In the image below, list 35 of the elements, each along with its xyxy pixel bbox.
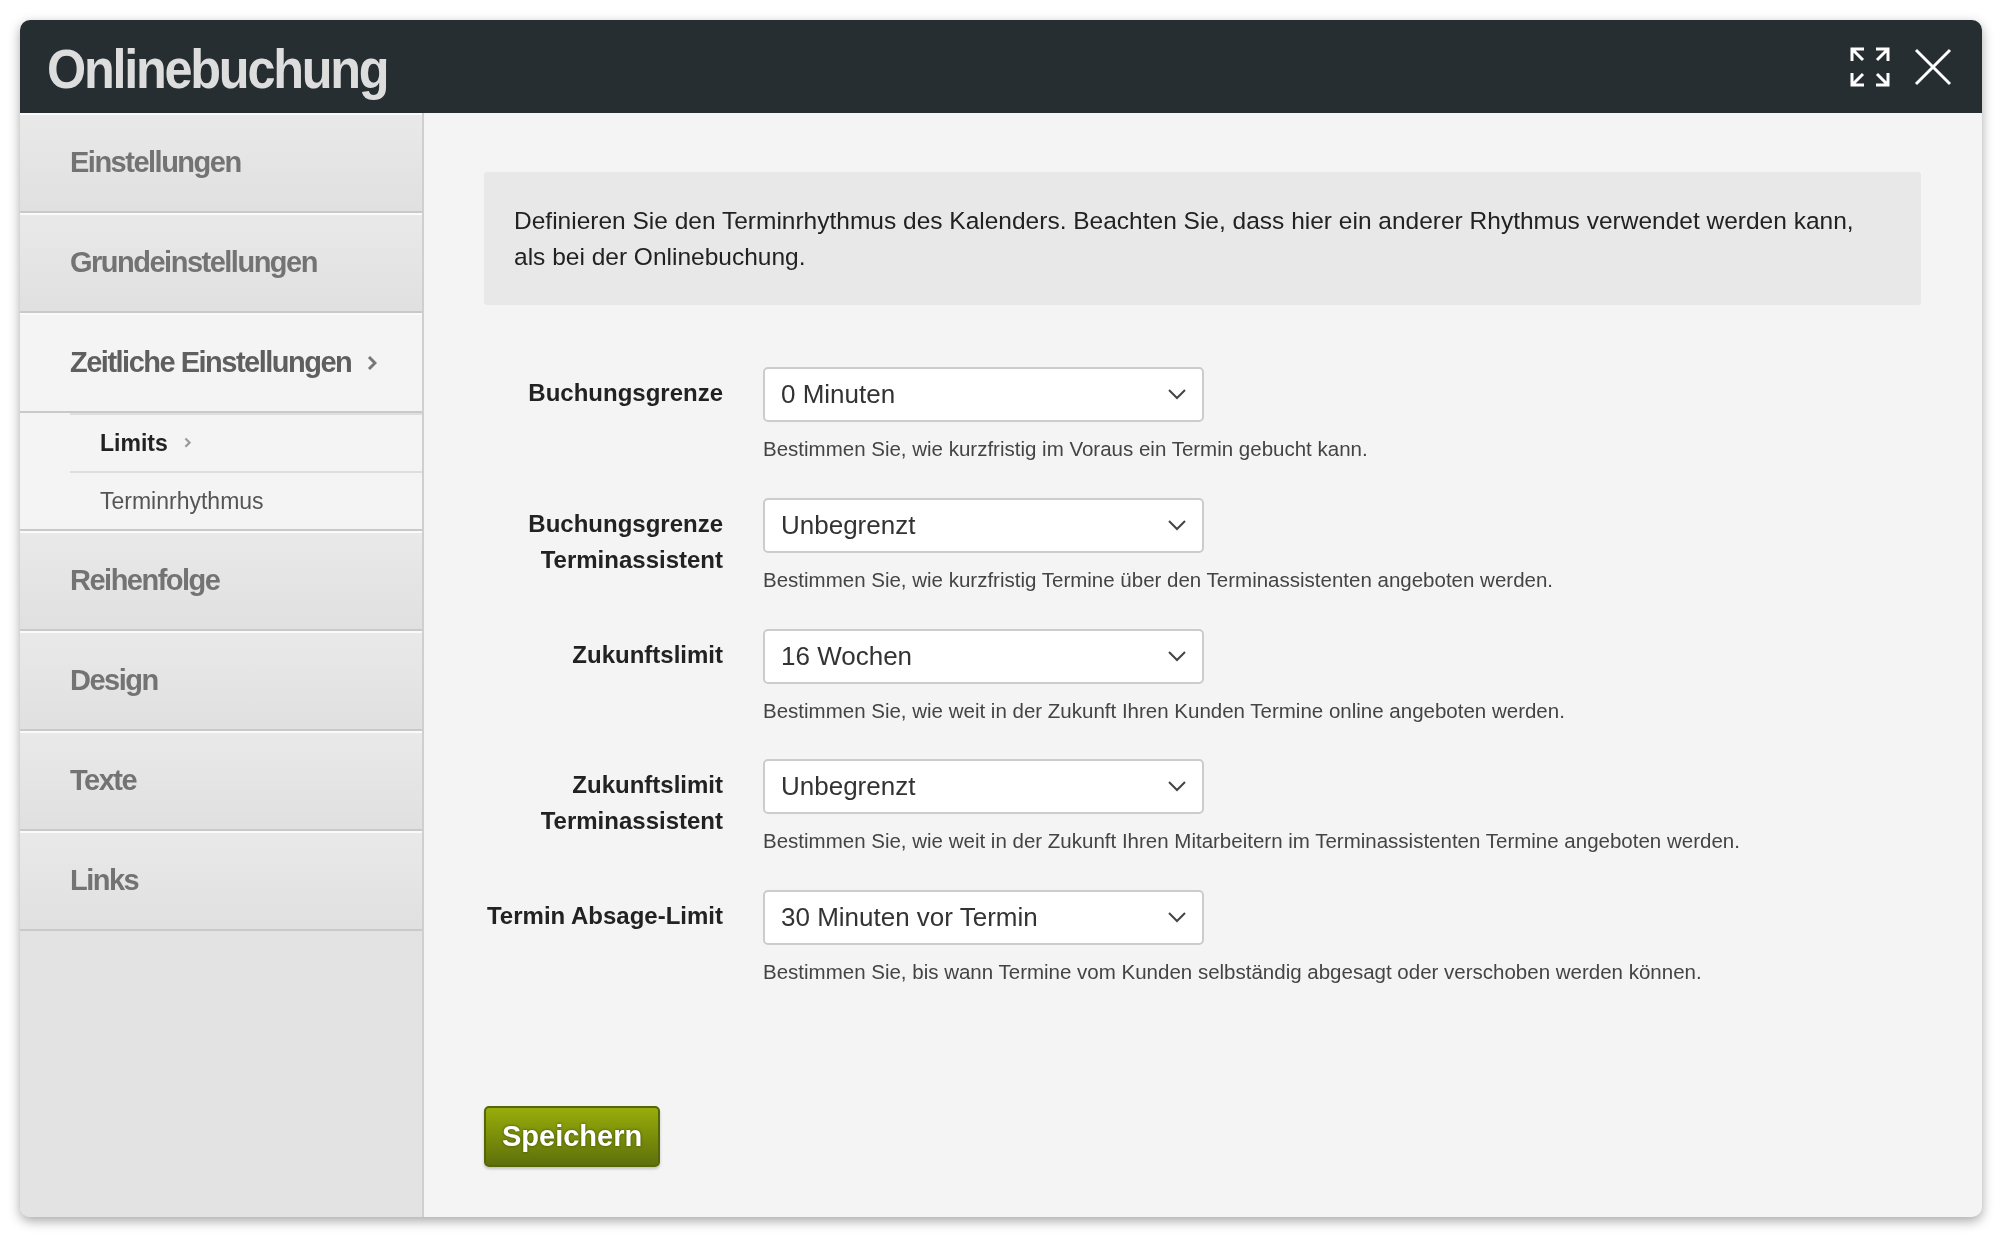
dropdown[interactable]: 16 Wochen <box>763 628 1204 684</box>
info-text: Definieren Sie den Terminrhythmus des Kalenders. Beachten Sie, dass hier ein anderer Rhythmus verwendet werden kann, als bei der Onlinebuchung. <box>484 172 1921 305</box>
field-label: Zukunftslimit <box>571 639 723 670</box>
submenu-item[interactable]: Limits <box>100 425 168 461</box>
dropdown[interactable]: 0 Minuten <box>763 367 1204 422</box>
save-button[interactable]: Speichern <box>484 1105 661 1168</box>
caret-icon <box>1168 912 1186 923</box>
field-label: Buchungsgrenze Terminassistent <box>527 508 723 575</box>
field-label: Zukunftslimit Terminassistent <box>539 770 723 837</box>
dropdown[interactable]: 30 Minuten vor Termin <box>763 890 1204 945</box>
help-text: Bestimmen Sie, wie kurzfristig Termine über den Terminassistenten angeboten werden. <box>763 566 1554 593</box>
chevron-icon <box>183 437 191 449</box>
sidebar-item[interactable]: Zeitliche Einstellungen <box>20 313 422 413</box>
dropdown[interactable]: Unbegrenzt <box>763 759 1204 815</box>
expand-icon[interactable] <box>1850 46 1890 87</box>
caret-icon <box>1168 781 1186 793</box>
dropdown[interactable]: Unbegrenzt <box>763 497 1204 553</box>
caret-icon <box>1168 650 1186 662</box>
window-title: Onlinebuchung <box>47 35 388 102</box>
close-icon[interactable] <box>1914 47 1952 86</box>
field-label: Termin Absage-Limit <box>485 901 723 931</box>
submenu-item[interactable]: Terminrhythmus <box>100 483 264 519</box>
help-text: Bestimmen Sie, wie weit in der Zukunft Ihren Mitarbeitern im Terminassistenten Termine angeboten werden. <box>763 828 1740 855</box>
sidebar-item[interactable]: Design <box>20 631 422 731</box>
help-text: Bestimmen Sie, wie weit in der Zukunft Ihren Kunden Termine online angeboten werden. <box>763 697 1565 724</box>
sidebar-item[interactable]: Texte <box>20 731 422 831</box>
sidebar-item[interactable]: Einstellungen <box>20 113 422 213</box>
help-text: Bestimmen Sie, bis wann Termine vom Kunden selbständig abgesagt oder verschoben werden können. <box>763 959 1702 985</box>
sidebar-item[interactable]: Links <box>20 831 422 931</box>
field-label: Buchungsgrenze <box>527 378 723 408</box>
sidebar-item[interactable]: Grundeinstellungen <box>20 213 422 313</box>
help-text: Bestimmen Sie, wie kurzfristig im Voraus ein Termin gebucht kann. <box>763 436 1368 462</box>
sidebar-item[interactable]: Reihenfolge <box>20 531 422 631</box>
caret-icon <box>1168 519 1186 531</box>
caret-icon <box>1168 389 1186 400</box>
